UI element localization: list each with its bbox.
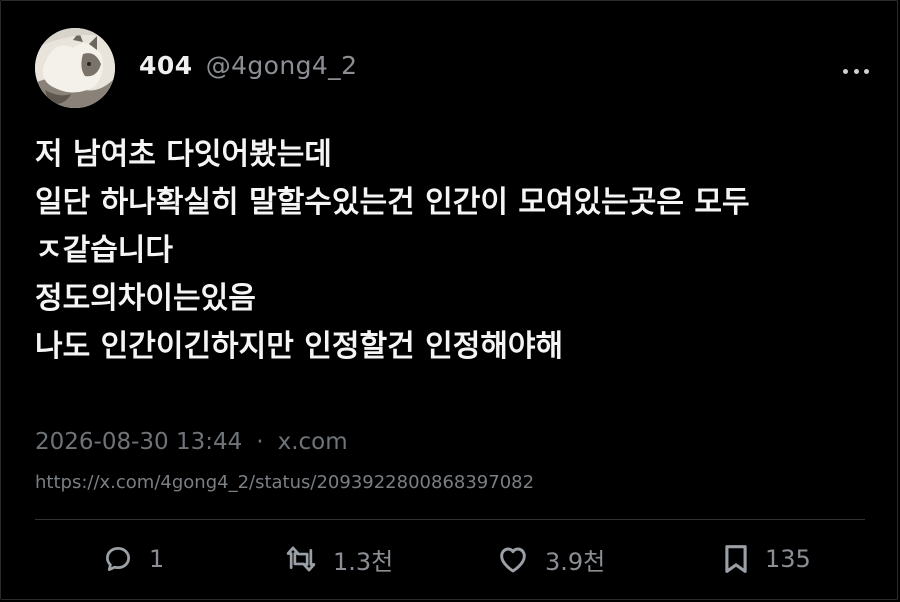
tweet-line: 저 남여초 다잇어봤는데: [35, 137, 332, 172]
retweet-count: 1.3천: [333, 547, 394, 576]
avatar-cat-image: [35, 28, 115, 108]
tweet-line: 일단 하나확실히 말할수있는건 인간이 모여있는곳은 모두: [35, 185, 750, 220]
reply-count: 1: [149, 545, 165, 573]
retweet-icon: [286, 546, 316, 572]
reply-button[interactable]: 1: [103, 539, 164, 579]
bookmark-icon: [725, 545, 747, 573]
tweet-line: 나도 인간이긴하지만 인정할건 인정해야해: [35, 329, 564, 364]
tweet-line: ㅈ같습니다: [35, 233, 173, 268]
like-button[interactable]: 3.9천: [497, 539, 605, 579]
bookmark-count: 135: [765, 545, 811, 573]
divider: [35, 519, 865, 520]
meta-separator: ·: [256, 429, 264, 455]
bookmark-button[interactable]: 135: [723, 539, 811, 579]
like-count: 3.9천: [545, 547, 606, 576]
tweet-meta: 2026-08-30 13:44 · x.com: [35, 429, 348, 455]
tweet-line: 정도의차이는있음: [35, 281, 256, 316]
source-domain: x.com: [277, 429, 348, 455]
tweet-text: 저 남여초 다잇어봤는데 일단 하나확실히 말할수있는건 인간이 모여있는곳은 …: [35, 131, 865, 371]
tweet-card: 404 @4gong4_2 저 남여초 다잇어봤는데 일단 하나확실히 말할수있…: [0, 0, 898, 600]
more-dot: [843, 68, 848, 74]
more-dot: [864, 68, 869, 74]
user-line: 404 @4gong4_2: [139, 51, 357, 80]
heart-icon: [500, 547, 526, 573]
more-dot: [853, 68, 859, 74]
more-horizontal-icon[interactable]: [843, 61, 869, 81]
timestamp[interactable]: 2026-08-30 13:44: [35, 429, 242, 455]
reply-icon: [106, 547, 130, 571]
status-url-link[interactable]: https://x.com/4gong4_2/status/2093922800…: [35, 472, 534, 493]
display-name[interactable]: 404: [139, 51, 193, 80]
user-handle[interactable]: @4gong4_2: [206, 51, 358, 80]
avatar[interactable]: [35, 28, 115, 108]
retweet-button[interactable]: 1.3천: [285, 539, 393, 579]
